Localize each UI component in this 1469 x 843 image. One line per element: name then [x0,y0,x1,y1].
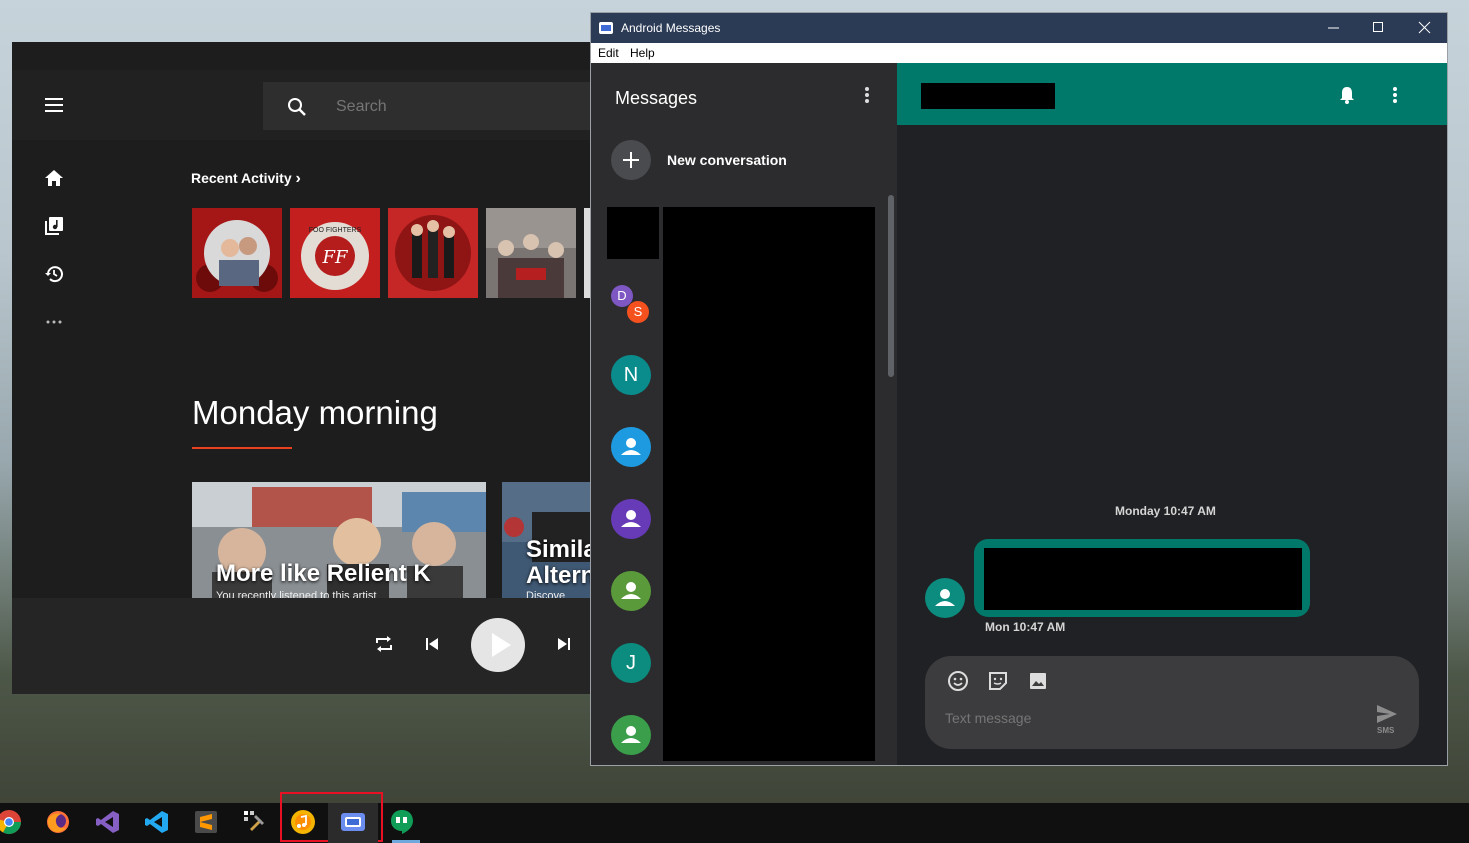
search-input[interactable] [336,98,536,116]
firefox-icon[interactable] [45,809,71,835]
date-divider: Monday 10:47 AM [1115,504,1216,518]
more-icon[interactable] [44,314,64,334]
conversation-avatar-person[interactable] [611,427,651,467]
send-icon[interactable] [1375,703,1399,725]
minimize-icon[interactable] [1327,21,1341,35]
home-icon[interactable] [44,168,64,188]
window-title: Android Messages [621,21,721,35]
conversation-avatar-n[interactable]: N [611,355,651,395]
conversation-avatar-person[interactable] [611,715,651,755]
conversation-scrollbar[interactable] [888,195,894,377]
recent-activity-link[interactable]: Recent Activity › [191,170,301,188]
section-heading: Monday morning [192,394,438,431]
redacted-message [984,548,1302,610]
person-icon [621,582,641,599]
chevron-right-icon: › [295,170,301,187]
sublime-text-icon[interactable] [193,809,219,835]
svg-text:FOO FIGHTERS: FOO FIGHTERS [309,227,362,234]
menu-edit[interactable]: Edit [598,46,619,60]
conversation-avatar-j[interactable]: J [611,643,651,683]
menu-help[interactable]: Help [630,46,655,60]
plus-icon [623,152,639,168]
emoji-icon[interactable] [947,670,969,692]
new-conversation-label[interactable]: New conversation [667,152,787,168]
redacted-contact-name [921,83,1055,109]
sms-label: SMS [1377,726,1395,735]
messages-title: Messages [615,88,698,108]
sender-avatar [925,578,965,618]
more-vert-icon[interactable] [1391,85,1399,105]
chrome-icon[interactable] [0,809,22,835]
play-button[interactable] [471,618,525,672]
playlist-card-relient-k[interactable]: More like Relient K You recently listene… [192,482,486,598]
conversation-avatar-person[interactable] [611,499,651,539]
tools-icon[interactable] [242,809,268,835]
menu-bar [591,43,1447,63]
skip-next-icon[interactable] [556,636,572,652]
person-icon [621,510,641,527]
hangouts-icon[interactable] [389,809,415,835]
redacted-conversation-list [663,207,875,761]
music-app-icon[interactable] [290,809,316,835]
person-icon [621,438,641,455]
card-subtitle: You recently listened to this artist [216,590,377,598]
recent-activity-label: Recent Activity [191,170,292,186]
repeat-icon[interactable] [374,634,394,654]
notifications-icon[interactable] [1337,85,1357,105]
close-icon[interactable] [1418,21,1432,35]
menu-icon[interactable] [45,98,65,112]
maximize-icon[interactable] [1372,21,1386,35]
album-thumb-3[interactable] [388,208,478,298]
svg-text:FF: FF [322,247,349,268]
person-icon [935,589,955,606]
album-thumb-4[interactable] [486,208,576,298]
history-icon[interactable] [44,264,64,284]
skip-previous-icon[interactable] [424,636,440,652]
android-messages-icon[interactable] [340,809,366,835]
app-icon [599,21,613,35]
card-title-line2: Altern [526,562,592,589]
music-player-window: Recent Activity › FF FOO FIGHTERS Monday … [12,42,592,694]
sticker-icon[interactable] [987,670,1009,692]
play-icon [492,633,511,657]
avatar-s: S [627,301,649,323]
album-thumb-1[interactable] [192,208,282,298]
taskbar [0,803,1469,843]
message-input[interactable] [945,710,1325,726]
heading-underline [192,447,292,449]
message-time: Mon 10:47 AM [985,620,1066,634]
conversation-avatar-group[interactable]: D S [611,285,653,325]
library-icon[interactable] [44,216,64,236]
search-icon[interactable] [287,97,307,117]
visual-studio-icon[interactable] [95,809,121,835]
redacted-avatar [607,207,659,259]
card-title: More like Relient K [216,560,431,587]
card-title: Simila [526,536,592,563]
playlist-card-similar[interactable]: Simila Altern Discove [502,482,592,598]
card-subtitle: Discove [526,590,566,598]
more-vert-icon[interactable] [863,85,871,105]
person-icon [621,726,641,743]
new-conversation-button[interactable] [611,140,651,180]
album-thumb-2[interactable]: FF FOO FIGHTERS [290,208,380,298]
conversation-avatar-person[interactable] [611,571,651,611]
vscode-icon[interactable] [144,809,170,835]
android-messages-window: Android Messages Edit Help Messages New … [590,12,1448,766]
image-icon[interactable] [1027,670,1049,692]
